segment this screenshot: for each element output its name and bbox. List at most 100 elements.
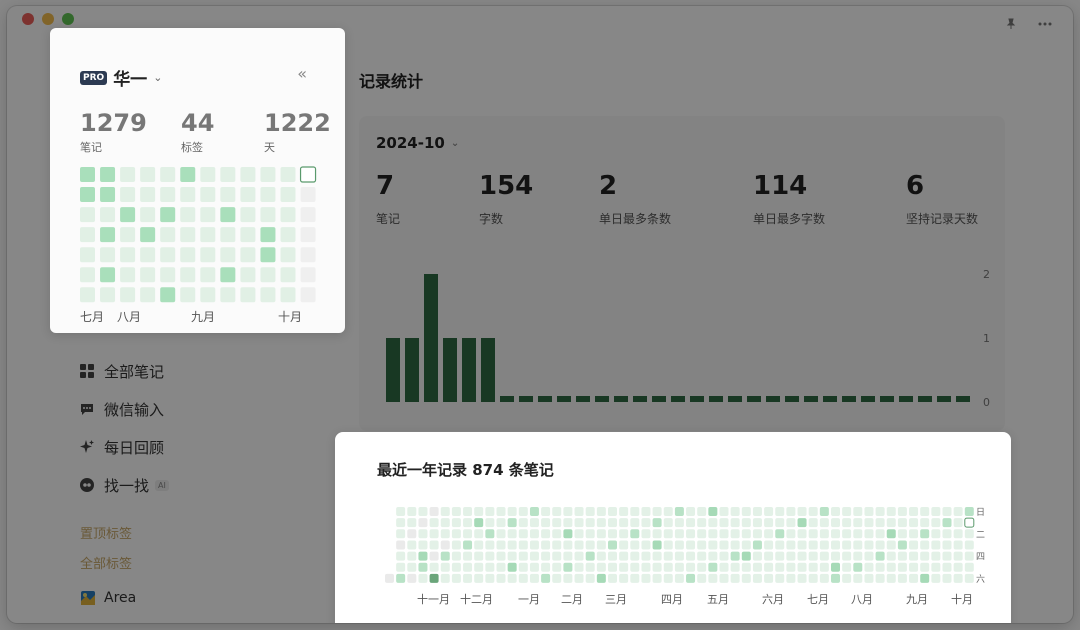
heatmap-cell <box>797 562 807 572</box>
heatmap-cell <box>730 573 740 583</box>
bar <box>576 396 590 402</box>
sidebar-item-area[interactable]: Area <box>81 590 136 606</box>
heatmap-cell <box>831 551 840 561</box>
heatmap-cell <box>964 551 974 561</box>
heatmap-cell <box>240 267 256 283</box>
heatmap-cell <box>485 573 495 583</box>
heatmap-cell <box>619 540 629 550</box>
heatmap-cell <box>674 551 684 561</box>
heatmap-cell <box>596 529 606 539</box>
heatmap-cell <box>451 540 461 550</box>
heatmap-cell <box>463 529 473 539</box>
heatmap-cell <box>260 167 276 182</box>
heatmap-cell <box>80 247 95 263</box>
heatmap-cell <box>440 573 450 583</box>
heatmap-cell <box>260 287 276 303</box>
month-label: 十月 <box>278 310 303 324</box>
heatmap-cell <box>418 551 428 561</box>
heatmap-cell <box>674 518 684 528</box>
heatmap-cell <box>819 562 829 572</box>
heatmap-cell <box>619 573 629 583</box>
sidebar-item-wechat-input[interactable]: 微信输入 <box>79 390 169 428</box>
heatmap-cell-today <box>299 166 317 183</box>
grid-icon <box>79 364 94 379</box>
heatmap-cell <box>418 573 428 583</box>
sidebar-item-all-notes[interactable]: 全部笔记 <box>79 352 169 390</box>
heatmap-cell <box>686 540 696 550</box>
bar <box>766 396 780 402</box>
heatmap-cell <box>385 573 394 583</box>
heatmap-cell <box>719 518 729 528</box>
heatmap-cell <box>886 529 896 539</box>
heatmap-cell <box>585 562 595 572</box>
heatmap-cell <box>909 540 919 550</box>
all-tags-link[interactable]: 全部标签 <box>80 553 132 572</box>
weekday-label: 二 <box>976 530 985 540</box>
y-tick-label: 1 <box>983 332 990 345</box>
heatmap-cell <box>463 518 473 528</box>
heatmap-cell <box>875 529 885 539</box>
heatmap-cell <box>180 167 196 182</box>
zoom-button[interactable] <box>62 13 74 25</box>
heatmap-cell <box>100 267 116 283</box>
heatmap-cell <box>552 562 562 572</box>
heatmap-cell <box>819 518 829 528</box>
minimize-button[interactable] <box>42 13 54 25</box>
heatmap-cell <box>200 227 216 243</box>
heatmap-cell <box>418 562 428 572</box>
month-label: 三月 <box>605 593 627 606</box>
heatmap-cell <box>831 518 840 528</box>
pinned-tags-link[interactable]: 置顶标签 <box>80 523 132 542</box>
heatmap-cell <box>842 551 852 561</box>
more-icon[interactable] <box>1037 18 1053 33</box>
heatmap-cell <box>552 540 562 550</box>
heatmap-cell <box>920 562 930 572</box>
heatmap-cell <box>552 573 562 583</box>
heatmap-cell <box>708 507 718 516</box>
heatmap-cell <box>140 187 156 203</box>
heatmap-cell <box>429 562 439 572</box>
heatmap-cell <box>260 187 276 203</box>
heatmap-cell <box>831 507 840 516</box>
heatmap-cell <box>180 227 196 243</box>
chat-icon <box>79 402 94 417</box>
heatmap-cell <box>663 562 673 572</box>
sidebar-item-search[interactable]: 找一找 AI <box>79 466 169 504</box>
heatmap-cell <box>741 529 751 539</box>
sidebar-item-daily-review[interactable]: 每日回顾 <box>79 428 169 466</box>
bar <box>652 396 666 402</box>
heatmap-cell <box>674 507 684 516</box>
heatmap-cell <box>574 529 584 539</box>
heatmap-cell <box>741 562 751 572</box>
heatmap-cell <box>875 562 885 572</box>
heatmap-cell <box>160 167 176 182</box>
heatmap-cell <box>451 518 461 528</box>
heatmap-cell <box>596 518 606 528</box>
heatmap-cell <box>180 267 196 283</box>
month-label: 十月 <box>951 592 973 606</box>
heatmap-cell <box>942 562 952 572</box>
heatmap-cell <box>440 562 450 572</box>
close-button[interactable] <box>22 13 34 25</box>
heatmap-cell <box>730 507 740 516</box>
heatmap-cell <box>507 518 517 528</box>
heatmap-cell <box>831 540 840 550</box>
heatmap-cell <box>897 529 907 539</box>
heatmap-cell <box>463 507 473 516</box>
heatmap-cell <box>953 551 963 561</box>
heatmap-cell <box>160 247 176 263</box>
heatmap-cell <box>485 529 495 539</box>
heatmap-cell <box>764 540 774 550</box>
weekday-label: 六 <box>976 573 985 585</box>
bar <box>633 396 647 402</box>
pin-icon[interactable] <box>1005 18 1017 33</box>
heatmap-cell <box>775 551 785 561</box>
heatmap-cell <box>529 573 539 583</box>
heatmap-cell <box>280 227 296 243</box>
bar <box>462 338 476 402</box>
heatmap-cell <box>300 267 316 283</box>
heatmap-cell <box>451 562 461 572</box>
heatmap-cell <box>741 518 751 528</box>
heatmap-cell <box>418 540 428 550</box>
heatmap-cell <box>140 287 156 303</box>
